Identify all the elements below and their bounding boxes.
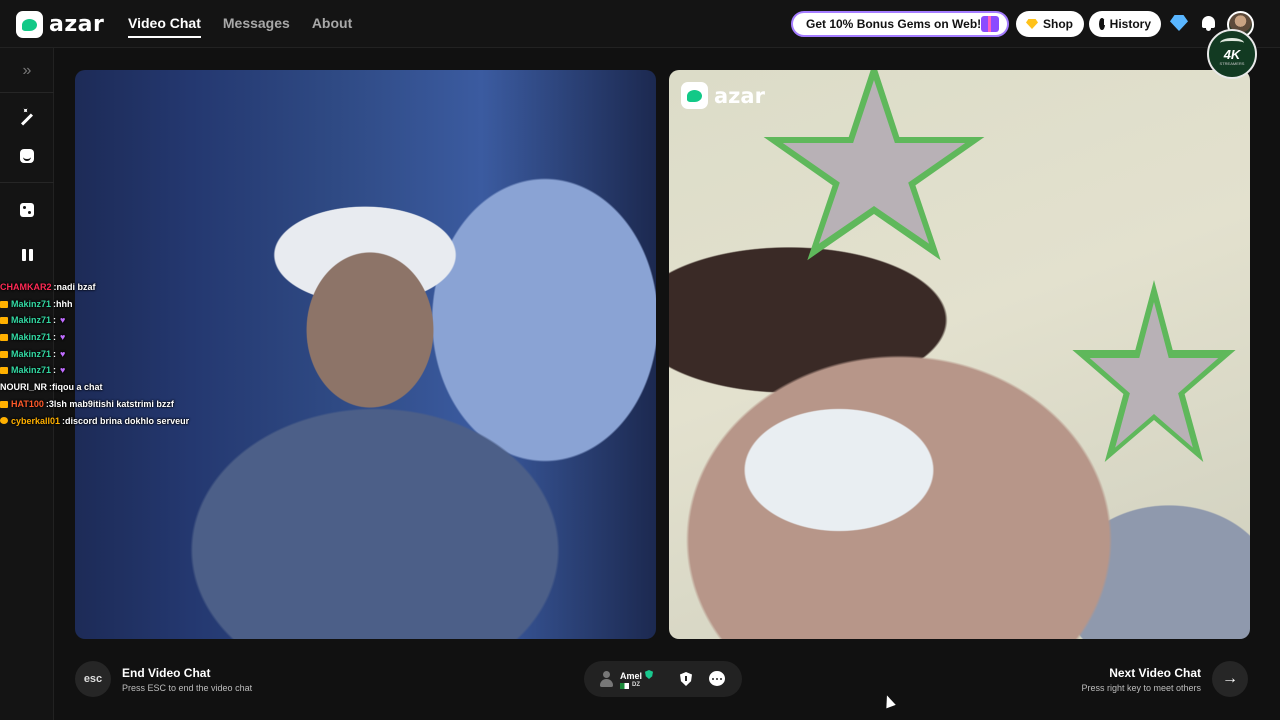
gift-icon [981, 16, 999, 32]
stream-chat-overlay: CHAMKAR2: nadi bzaf Makinz71: hhh Makinz71… [0, 279, 260, 429]
chat-username: Makinz71 [11, 365, 52, 376]
gem-icon [1026, 19, 1038, 29]
partner-country: DZ [632, 682, 640, 688]
chat-text: hhh [56, 298, 73, 309]
chat-message: Makinz71: ♥ [0, 329, 260, 346]
chat-text: fiqou a chat [52, 382, 103, 393]
chat-text: 3lsh mab9itishi katstrimi bzzf [48, 398, 174, 409]
heart-emote-icon: ♥ [60, 348, 66, 359]
streamer-badge-logo: 4K STREAMERS [1207, 29, 1257, 79]
heart-emote-icon: ♥ [60, 365, 66, 376]
watermark-text: azar [714, 83, 765, 108]
chat-message: Makinz71: ♥ [0, 362, 260, 379]
next-chat-hint: Press right key to meet others [1081, 683, 1201, 693]
partner-video: azar [669, 70, 1250, 639]
heart-emote-icon: ♥ [60, 315, 66, 326]
badge-text: 4K [1223, 47, 1241, 62]
nav-about[interactable]: About [312, 15, 352, 38]
chat-message: Makinz71: ♥ [0, 312, 260, 329]
chat-message: Makinz71: ♥ [0, 346, 260, 363]
arrow-right-icon: → [1222, 670, 1238, 687]
sidebar-divider [0, 92, 54, 93]
shop-button[interactable]: Shop [1016, 11, 1084, 37]
chat-message: HAT100: 3lsh mab9itishi katstrimi bzzf [0, 396, 260, 413]
main-nav: Video Chat Messages About [128, 15, 352, 38]
subscriber-badge-icon [0, 367, 8, 375]
chat-text: discord brina dokhlo serveur [65, 415, 190, 426]
chat-username: HAT100 [11, 398, 44, 409]
subscriber-badge-icon [0, 350, 8, 358]
badge-subtext: STREAMERS [1219, 61, 1245, 66]
logo-text: azar [49, 12, 105, 37]
subscriber-badge-icon [0, 417, 8, 425]
top-bar: azar Video Chat Messages About Get 10% B… [0, 0, 1280, 48]
promo-label: Get 10% Bonus Gems on Web! [806, 17, 982, 31]
chat-username: CHAMKAR2 [0, 282, 52, 292]
flag-icon [620, 683, 629, 689]
end-chat-hint: Press ESC to end the video chat [122, 683, 253, 693]
star-decoration [782, 80, 966, 244]
sticker-icon[interactable] [17, 146, 37, 166]
bonus-gems-promo-button[interactable]: Get 10% Bonus Gems on Web! [791, 11, 1009, 37]
next-chat-title: Next Video Chat [1109, 666, 1201, 680]
subscriber-badge-icon [0, 400, 8, 408]
subscriber-badge-icon [0, 333, 8, 341]
chat-bubble-icon[interactable] [709, 671, 725, 686]
expand-icon[interactable]: » [17, 61, 37, 81]
chat-username: Makinz71 [11, 315, 52, 326]
bell-icon[interactable] [1201, 15, 1216, 31]
next-chat-button[interactable]: → [1212, 661, 1248, 697]
pause-icon[interactable] [17, 245, 37, 265]
chat-separator: : [53, 348, 57, 359]
person-icon [599, 671, 613, 687]
chat-separator: : [53, 332, 57, 343]
logo-icon [681, 82, 708, 109]
sidebar-divider [0, 182, 54, 183]
subscriber-badge-icon [0, 317, 8, 325]
history-label: History [1109, 17, 1151, 31]
chat-username: cyberkall01 [11, 415, 61, 426]
chat-username: Makinz71 [11, 348, 52, 359]
subscriber-badge-icon [0, 300, 8, 308]
history-button[interactable]: History [1089, 11, 1161, 37]
logo-icon [16, 11, 43, 38]
gems-balance-icon[interactable] [1170, 15, 1188, 31]
shop-label: Shop [1043, 17, 1073, 31]
verified-icon [645, 670, 653, 679]
chat-message: cyberkall01: discord brina dokhlo serveu… [0, 413, 260, 430]
partner-name: Amel [620, 671, 643, 681]
nav-messages[interactable]: Messages [223, 15, 290, 38]
chat-separator: : [53, 315, 57, 326]
nav-video-chat[interactable]: Video Chat [128, 15, 201, 38]
heart-emote-icon: ♥ [60, 332, 66, 343]
end-chat-button[interactable]: esc [75, 661, 111, 697]
chat-separator: : [53, 365, 57, 376]
mouse-cursor [882, 693, 896, 709]
app-logo[interactable]: azar [16, 11, 104, 38]
chat-username: NOURI_NR [0, 382, 48, 393]
dice-icon[interactable] [17, 200, 37, 220]
chat-username: Makinz71 [11, 332, 52, 343]
azar-watermark: azar [681, 82, 765, 109]
chat-message: NOURI_NR: fiqou a chat [0, 379, 260, 396]
chat-text: nadi bzaf [56, 282, 96, 292]
chat-username: Makinz71 [11, 298, 52, 309]
star-decoration [1089, 302, 1219, 448]
clock-icon [1099, 18, 1106, 30]
chat-message: CHAMKAR2: nadi bzaf [0, 279, 260, 296]
end-chat-title: End Video Chat [122, 666, 211, 680]
magic-wand-icon[interactable] [17, 109, 37, 129]
chat-message: Makinz71: hhh [0, 296, 260, 313]
